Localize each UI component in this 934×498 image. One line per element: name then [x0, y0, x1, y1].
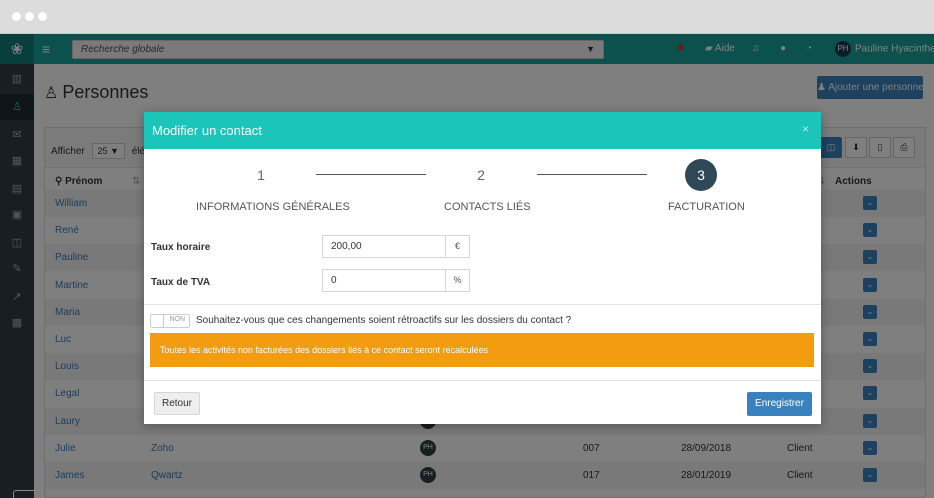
- vat-rate-input[interactable]: [322, 269, 446, 292]
- window-maximize-dot[interactable]: [38, 12, 47, 21]
- edit-contact-modal: Modifier un contact × 1 2 3 INFORMATIONS…: [144, 112, 821, 424]
- save-button[interactable]: Enregistrer: [747, 392, 812, 416]
- toggle-knob: [151, 315, 164, 327]
- step-2-number[interactable]: 2: [465, 159, 497, 191]
- step-connector-1: [316, 174, 426, 175]
- modal-header: Modifier un contact ×: [144, 112, 821, 149]
- modal-title: Modifier un contact: [152, 123, 262, 138]
- vat-rate-label: Taux de TVA: [151, 277, 211, 288]
- back-button[interactable]: Retour: [154, 392, 200, 415]
- step-3-number[interactable]: 3: [685, 159, 717, 191]
- toggle-state-text: NON: [169, 316, 185, 323]
- retroactive-toggle[interactable]: NON: [150, 314, 190, 328]
- step-2-label: CONTACTS LIÉS: [444, 201, 531, 213]
- form-divider: [144, 304, 821, 305]
- step-1-label: INFORMATIONS GÉNÉRALES: [196, 201, 350, 213]
- footer-divider: [144, 380, 821, 381]
- window-minimize-dot[interactable]: [25, 12, 34, 21]
- hourly-rate-label: Taux horaire: [151, 242, 211, 253]
- window-resize-handle[interactable]: [13, 490, 43, 498]
- step-3-label: FACTURATION: [668, 201, 745, 213]
- step-connector-2: [537, 174, 647, 175]
- browser-title-bar: [0, 0, 934, 34]
- warning-alert: Toutes les activités non facturées des d…: [150, 333, 814, 367]
- window-close-dot[interactable]: [12, 12, 21, 21]
- retroactive-question: Souhaitez-vous que ces changements soien…: [196, 315, 572, 326]
- step-1-number[interactable]: 1: [245, 159, 277, 191]
- percent-addon: %: [446, 269, 470, 292]
- close-icon[interactable]: ×: [802, 122, 809, 136]
- hourly-rate-input[interactable]: [322, 235, 446, 258]
- euro-addon: €: [446, 235, 470, 258]
